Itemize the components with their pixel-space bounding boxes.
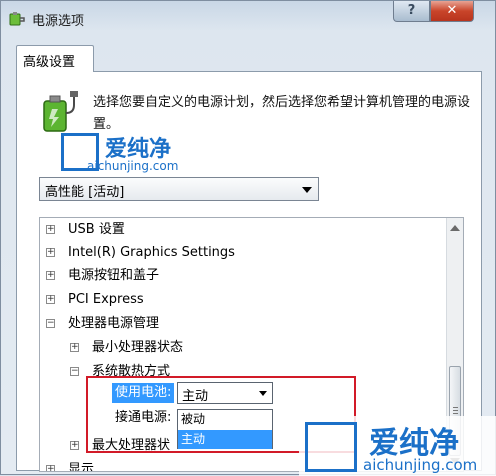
on-battery-value: 主动 <box>182 389 209 404</box>
plugged-in-label: 接通电源: <box>115 410 172 425</box>
option-active[interactable]: 主动 <box>178 430 272 449</box>
grip-line <box>453 407 458 408</box>
tree-label: PCI Express <box>68 292 144 307</box>
expand-icon[interactable]: + <box>70 441 79 450</box>
expand-icon[interactable]: + <box>46 295 55 304</box>
tree-label: 显示 <box>68 462 95 472</box>
help-button[interactable]: ? <box>393 1 430 22</box>
window-title: 电源选项 <box>32 14 85 29</box>
option-passive[interactable]: 被动 <box>178 410 272 429</box>
scroll-up-icon[interactable] <box>450 225 460 231</box>
power-options-window: 电源选项 ? ✕ 高级设置 选择您要自定义的电源计划，然后选择您希望计算机管理的… <box>0 0 496 476</box>
close-button[interactable]: ✕ <box>430 1 474 22</box>
collapse-icon[interactable]: − <box>70 367 79 376</box>
tree-label: 最大处理器状 <box>92 438 171 453</box>
tree-label: 最小处理器状态 <box>92 340 184 355</box>
power-plan-value: 高性能 [活动] <box>45 185 125 200</box>
expand-icon[interactable]: + <box>70 343 79 352</box>
grip-line <box>453 410 458 411</box>
tab-advanced-settings[interactable]: 高级设置 <box>16 45 94 72</box>
expand-icon[interactable]: + <box>46 465 55 471</box>
collapse-icon[interactable]: − <box>46 319 55 328</box>
expand-icon[interactable]: + <box>46 225 55 234</box>
on-battery-label[interactable]: 使用电池: <box>112 383 175 403</box>
expand-icon[interactable]: + <box>46 271 55 280</box>
dropdown-arrow-icon <box>302 187 312 193</box>
watermark-top: 爱纯净 aichunjing.com <box>61 131 211 173</box>
tree-label: USB 设置 <box>68 222 125 237</box>
power-plan-select[interactable]: 高性能 [活动] <box>39 177 319 201</box>
watermark-url: aichunjing.com <box>363 456 478 474</box>
battery-plug-icon <box>43 91 78 132</box>
description-text: 选择您要自定义的电源计划，然后选择您希望计算机管理的电源设置。 <box>93 95 471 132</box>
on-battery-select[interactable]: 主动 <box>177 382 273 404</box>
tree-label: 电源按钮和盖子 <box>68 268 160 283</box>
dropdown-arrow-icon <box>259 391 267 396</box>
title-bar: 电源选项 ? ✕ <box>1 1 495 35</box>
watermark-bottom: 爱纯净 aichunjing.com <box>299 416 496 476</box>
tree-label: 系统散热方式 <box>92 364 171 379</box>
grip-line <box>453 413 458 414</box>
watermark-url: aichunjing.com <box>87 159 179 173</box>
cooling-policy-dropdown[interactable]: 被动 主动 <box>177 409 273 449</box>
power-options-icon <box>9 12 25 26</box>
tree-label: 处理器电源管理 <box>68 316 160 331</box>
tree-label: Intel(R) Graphics Settings <box>68 245 235 260</box>
watermark-logo-icon <box>305 422 357 472</box>
expand-icon[interactable]: + <box>46 248 55 257</box>
